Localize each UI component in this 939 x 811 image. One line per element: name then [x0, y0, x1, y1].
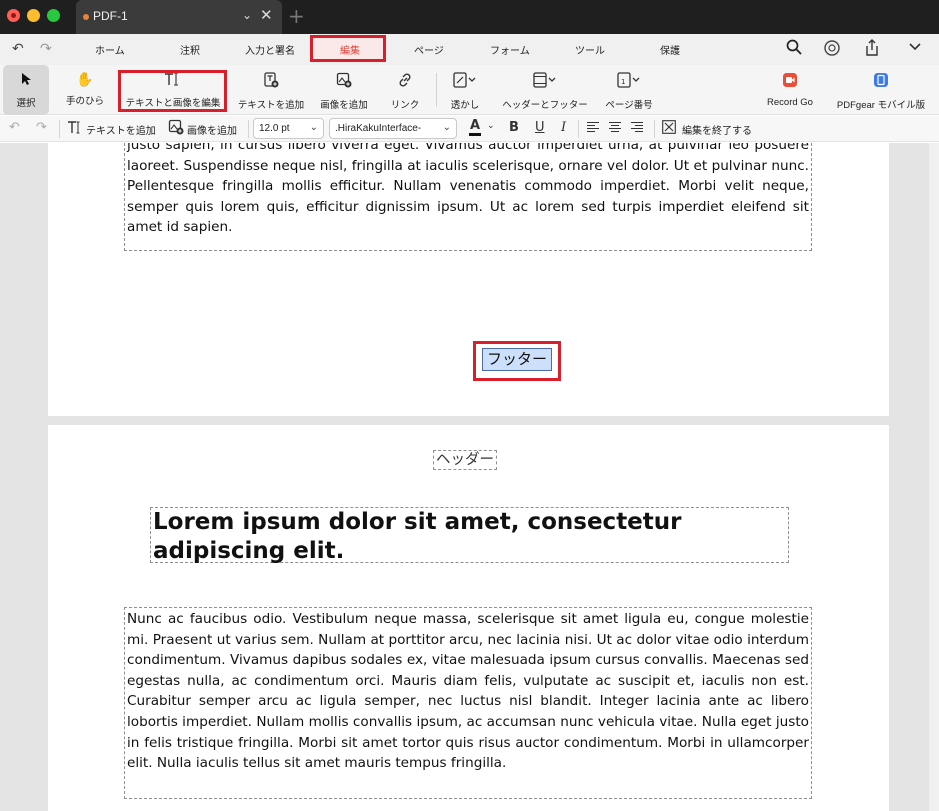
watermark-button[interactable]: 透かし: [444, 65, 486, 115]
align-right-icon[interactable]: [630, 121, 644, 137]
vertical-scrollbar[interactable]: [929, 143, 939, 811]
select-tool-label: 選択: [16, 98, 36, 109]
footer-text-box[interactable]: フッター: [482, 348, 552, 371]
chevron-down-icon[interactable]: ⌄: [242, 8, 252, 22]
format-divider: [248, 120, 249, 138]
menu-edit[interactable]: 編集: [340, 42, 360, 57]
font-family-select[interactable]: .HiraKakuInterface- ⌄: [329, 118, 457, 139]
pdf-page-2: ヘッダー Lorem ipsum dolor sit amet, consect…: [48, 425, 889, 811]
add-text-icon: [233, 72, 309, 92]
undo-icon[interactable]: ↶: [12, 41, 24, 57]
pdfgear-mobile-icon: [828, 72, 934, 92]
minimize-window-button[interactable]: [27, 9, 40, 22]
font-color-letter: A: [470, 118, 481, 133]
new-tab-button[interactable]: +: [288, 4, 305, 28]
watermark-label: 透かし: [450, 100, 480, 111]
menu-home[interactable]: ホーム: [95, 42, 125, 57]
menu-bar: ↶ ↷ ホーム 注釈 入力と署名 編集 ページ フォーム ツール 保護: [0, 34, 939, 65]
header-footer-button[interactable]: ヘッダーとフッター: [498, 65, 592, 115]
menu-page[interactable]: ページ: [414, 42, 444, 57]
format-divider: [578, 120, 579, 138]
pdf-page-1: justo sapien, in cursus libero viverra e…: [48, 143, 889, 416]
svg-text:1: 1: [621, 78, 625, 86]
add-image-format-button[interactable]: 画像を追加: [187, 122, 237, 137]
page1-text-block[interactable]: justo sapien, in cursus libero viverra e…: [124, 143, 812, 251]
header-footer-label: ヘッダーとフッター: [502, 100, 588, 111]
share-icon[interactable]: [864, 39, 880, 61]
add-image-icon[interactable]: [168, 119, 184, 139]
support-icon[interactable]: [823, 39, 841, 61]
pdfgear-mobile-label: PDFgear モバイル版: [836, 100, 926, 111]
add-text-format-button[interactable]: テキストを追加: [86, 122, 156, 137]
document-canvas: justo sapien, in cursus libero viverra e…: [0, 143, 939, 811]
font-color-icon[interactable]: A: [469, 118, 481, 136]
hand-tool-button[interactable]: ✋ 手のひら: [58, 65, 112, 115]
menu-fill-sign[interactable]: 入力と署名: [245, 42, 295, 57]
page2-title: Lorem ipsum dolor sit amet, consectetur …: [153, 509, 682, 564]
font-size-select[interactable]: 12.0 pt ⌄: [253, 118, 324, 139]
page2-text-block[interactable]: Nunc ac faucibus odio. Vestibulum neque …: [124, 607, 812, 799]
zoom-window-button[interactable]: [47, 9, 60, 22]
format-toolbar: ↶ ↷ テキストを追加 画像を追加 12.0 pt ⌄ .HiraKakuInt…: [0, 116, 939, 142]
hand-tool-label: 手のひら: [65, 96, 104, 107]
tab-title: PDF-1: [93, 9, 128, 23]
format-divider: [654, 120, 655, 138]
add-image-label: 画像を追加: [320, 100, 368, 111]
chevron-down-icon[interactable]: [908, 39, 922, 57]
title-bar: PDF-1 ⌄ ✕ +: [0, 0, 939, 34]
add-text-button[interactable]: テキストを追加: [233, 65, 309, 115]
align-center-icon[interactable]: [608, 121, 622, 137]
unsaved-dot-icon: [83, 14, 89, 20]
page-number-icon: 1: [600, 72, 658, 92]
link-label: リンク: [390, 100, 420, 111]
add-image-icon: [315, 72, 373, 92]
redo-icon[interactable]: ↷: [36, 120, 47, 135]
menu-tools[interactable]: ツール: [575, 42, 605, 57]
select-tool-button[interactable]: 選択: [3, 65, 49, 115]
font-size-value: 12.0 pt: [259, 123, 290, 134]
document-tab[interactable]: PDF-1 ⌄ ✕: [76, 0, 282, 34]
header-text-box[interactable]: ヘッダー: [433, 450, 497, 470]
add-image-button[interactable]: 画像を追加: [315, 65, 373, 115]
close-box-icon[interactable]: [662, 120, 676, 138]
align-left-icon[interactable]: [586, 121, 600, 137]
toolbar-divider: [436, 73, 437, 107]
link-icon: [383, 72, 427, 92]
header-footer-icon: [498, 72, 592, 92]
record-go-button[interactable]: Record Go: [759, 65, 821, 115]
pdfgear-mobile-button[interactable]: PDFgear モバイル版: [828, 65, 934, 115]
font-color-swatch: [469, 133, 481, 136]
add-text-icon[interactable]: [67, 119, 83, 139]
finish-editing-button[interactable]: 編集を終了する: [682, 122, 752, 137]
bold-button[interactable]: B: [509, 120, 519, 135]
link-button[interactable]: リンク: [383, 65, 427, 115]
font-family-value: .HiraKakuInterface-: [335, 123, 422, 134]
edit-tool-highlight: [118, 70, 227, 112]
italic-button[interactable]: I: [561, 120, 566, 135]
menu-annotate[interactable]: 注釈: [180, 42, 200, 57]
search-icon[interactable]: [786, 39, 802, 59]
record-go-label: Record Go: [767, 97, 813, 108]
redo-icon[interactable]: ↷: [40, 41, 52, 57]
chevron-down-icon: ⌄: [442, 122, 451, 133]
add-text-label: テキストを追加: [237, 100, 305, 111]
cursor-arrow-icon: [3, 72, 49, 90]
menu-protect[interactable]: 保護: [660, 42, 680, 57]
chevron-down-icon: ⌄: [309, 122, 318, 133]
close-tab-icon[interactable]: ✕: [260, 6, 273, 24]
close-window-button[interactable]: [7, 9, 20, 22]
record-go-icon: [759, 72, 821, 92]
page2-title-block[interactable]: Lorem ipsum dolor sit amet, consectetur …: [150, 507, 789, 564]
chevron-down-icon[interactable]: ⌄: [487, 121, 495, 131]
hand-icon: ✋: [76, 72, 94, 88]
watermark-icon: [444, 72, 486, 92]
format-divider: [59, 120, 60, 138]
menu-form[interactable]: フォーム: [490, 42, 530, 57]
page-number-button[interactable]: 1 ページ番号: [600, 65, 658, 115]
undo-icon[interactable]: ↶: [9, 120, 20, 135]
page-number-label: ページ番号: [605, 100, 653, 111]
underline-button[interactable]: U: [535, 120, 545, 135]
